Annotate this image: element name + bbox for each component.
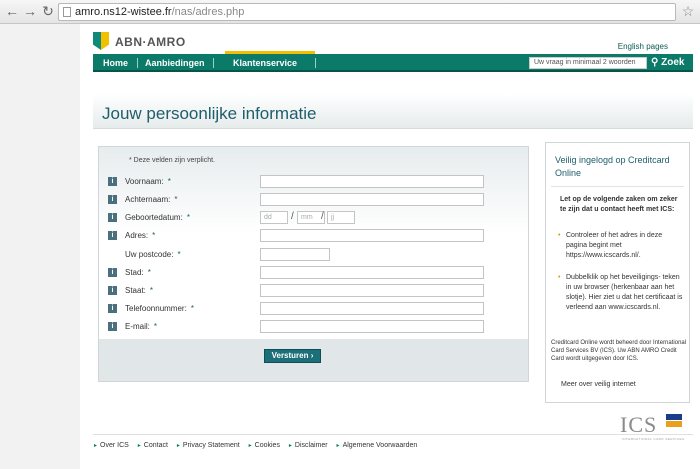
date-separator: / xyxy=(291,211,294,222)
main-navigation: Home Aanbiedingen Klantenservice Uw vraa… xyxy=(93,51,693,72)
info-icon[interactable]: i xyxy=(108,304,117,313)
achternaam-input[interactable] xyxy=(260,193,484,206)
field-label: Stad: * xyxy=(125,268,151,277)
email-input[interactable] xyxy=(260,320,484,333)
shield-icon xyxy=(93,32,109,52)
footer-divider xyxy=(93,434,693,435)
reload-icon[interactable]: ↻ xyxy=(40,3,56,19)
sidebar-bullet: • Dubbelklik op het beveiligings- teken … xyxy=(558,273,683,313)
footer-link-disclaimer[interactable]: ▸ Disclaimer xyxy=(289,442,328,449)
info-icon[interactable]: i xyxy=(108,268,117,277)
ics-tagline: INTERNATIONAL CARD SERVICES xyxy=(622,437,685,441)
bullet-text: Controleer of het adres in deze pagina b… xyxy=(566,232,663,259)
form-row-geboortedatum: i Geboortedatum: * dd / mm / jj xyxy=(108,211,518,225)
page-icon xyxy=(63,7,71,17)
info-icon[interactable]: i xyxy=(108,195,117,204)
search-button[interactable]: ⚲ Zoek xyxy=(651,54,684,72)
form-row-stad: i Stad: * xyxy=(108,266,518,280)
security-sidebar: Veilig ingelogd op Creditcard Online Let… xyxy=(545,142,690,403)
form-row-achternaam: i Achternaam: * xyxy=(108,193,518,207)
stad-input[interactable] xyxy=(260,266,484,279)
info-icon[interactable]: i xyxy=(108,322,117,331)
personal-info-form: * Deze velden zijn verplicht. i Voornaam… xyxy=(98,146,529,382)
nav-klantenservice[interactable]: Klantenservice xyxy=(233,54,297,72)
form-fields-area: * Deze velden zijn verplicht. i Voornaam… xyxy=(99,147,528,339)
field-label: Telefoonnummer: * xyxy=(125,304,194,313)
page-title: Jouw persoonlijke informatie xyxy=(102,104,317,123)
sidebar-small-print: Creditcard Online wordt beheerd door Int… xyxy=(551,340,687,362)
form-actions: Versturen › xyxy=(99,339,528,381)
field-label: E-mail: * xyxy=(125,322,158,331)
field-label: Adres: * xyxy=(125,231,156,240)
telefoonnummer-input[interactable] xyxy=(260,302,484,315)
nav-home[interactable]: Home xyxy=(103,54,128,72)
sidebar-title: Veilig ingelogd op Creditcard Online xyxy=(555,155,670,178)
bullet-text: Dubbelklik op het beveiligings- teken in… xyxy=(566,274,683,311)
nav-aanbiedingen[interactable]: Aanbiedingen xyxy=(145,54,205,72)
footer-link-over-ics[interactable]: ▸ Over ICS xyxy=(94,442,129,449)
postcode-input[interactable] xyxy=(260,248,330,261)
info-icon[interactable]: i xyxy=(108,213,117,222)
field-label: Geboortedatum: * xyxy=(125,213,190,222)
adres-input[interactable] xyxy=(260,229,484,242)
bookmark-star-icon[interactable]: ☆ xyxy=(680,3,696,19)
field-label: Achternaam: * xyxy=(125,195,178,204)
arrow-icon: ▸ xyxy=(176,443,180,449)
ics-logo: ICS INTERNATIONAL CARD SERVICES xyxy=(620,412,690,442)
title-band: Jouw persoonlijke informatie xyxy=(93,94,693,129)
divider xyxy=(551,186,684,187)
date-separator: / xyxy=(321,211,324,222)
arrow-icon: ▸ xyxy=(94,443,98,449)
field-label: Voornaam: * xyxy=(125,177,171,186)
form-row-voornaam: i Voornaam: * xyxy=(108,175,518,189)
address-bar[interactable]: amro.ns12-wistee.fr/nas/adres.php xyxy=(58,3,676,21)
nav-separator xyxy=(213,58,214,68)
info-icon[interactable]: i xyxy=(108,231,117,240)
arrow-icon: ▸ xyxy=(288,443,292,449)
search-input[interactable]: Uw vraag in minimaal 2 woorden xyxy=(529,57,647,69)
required-note: * Deze velden zijn verplicht. xyxy=(129,157,215,164)
footer-links: ▸ Over ICS ▸ Contact ▸ Privacy Statement ▸ C… xyxy=(94,442,424,449)
meer-veilig-internet-link[interactable]: Meer over veilig internet xyxy=(561,381,636,388)
logo-text: ABN·AMRO xyxy=(115,35,186,49)
field-label: Staat: * xyxy=(125,286,154,295)
nav-separator xyxy=(137,58,138,68)
footer-link-cookies[interactable]: ▸ Cookies xyxy=(249,442,280,449)
bullet-icon: • xyxy=(558,232,561,239)
url-host: amro.ns12-wistee.fr xyxy=(75,6,172,18)
search-button-label: Zoek xyxy=(661,57,685,68)
footer-link-contact[interactable]: ▸ Contact xyxy=(138,442,168,449)
url-path: /nas/adres.php xyxy=(171,6,245,18)
card-brands-icon xyxy=(666,414,684,428)
arrow-icon: ▸ xyxy=(137,443,141,449)
form-row-email: i E-mail: * xyxy=(108,320,518,334)
forward-icon[interactable]: → xyxy=(22,3,38,19)
footer-link-voorwaarden[interactable]: ▸ Algemene Voorwaarden xyxy=(337,442,418,449)
page: ABN·AMRO English pages Home Aanbiedingen… xyxy=(80,24,700,469)
voornaam-input[interactable] xyxy=(260,175,484,188)
form-row-adres: i Adres: * xyxy=(108,229,518,243)
versturen-button[interactable]: Versturen › xyxy=(264,349,321,363)
sidebar-bullet: • Controleer of het adres in deze pagina… xyxy=(558,231,683,261)
field-label: Uw postcode: * xyxy=(125,250,181,259)
info-icon[interactable]: i xyxy=(108,177,117,186)
nav-separator xyxy=(315,58,316,68)
staat-input[interactable] xyxy=(260,284,484,297)
birth-year-input[interactable]: jj xyxy=(327,211,355,224)
back-icon[interactable]: ← xyxy=(4,3,20,19)
abn-amro-logo[interactable]: ABN·AMRO xyxy=(93,31,186,53)
english-pages-link[interactable]: English pages xyxy=(618,42,668,51)
form-row-staat: i Staat: * xyxy=(108,284,518,298)
info-icon[interactable]: i xyxy=(108,286,117,295)
arrow-icon: ▸ xyxy=(248,443,252,449)
form-row-telefoonnummer: i Telefoonnummer: * xyxy=(108,302,518,316)
birth-day-input[interactable]: dd xyxy=(260,211,288,224)
arrow-icon: ▸ xyxy=(336,443,340,449)
footer-link-privacy[interactable]: ▸ Privacy Statement xyxy=(177,442,240,449)
sidebar-intro: Let op de volgende zaken om zeker te zij… xyxy=(560,196,678,213)
form-row-postcode: Uw postcode: * xyxy=(108,248,518,262)
search-icon: ⚲ xyxy=(651,57,659,68)
browser-toolbar: ← → ↻ amro.ns12-wistee.fr/nas/adres.php … xyxy=(0,0,700,24)
bullet-icon: • xyxy=(558,274,561,281)
